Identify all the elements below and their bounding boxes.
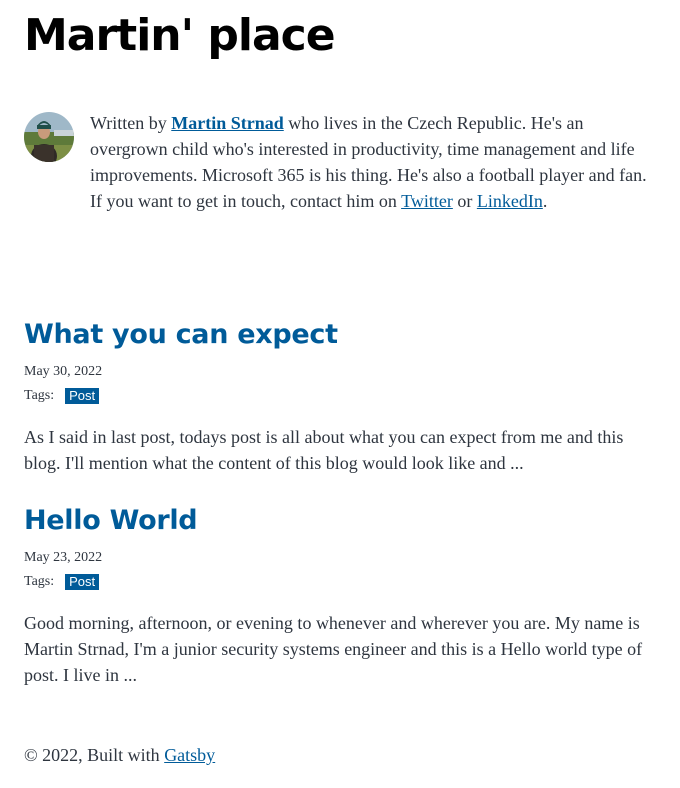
linkedin-link[interactable]: LinkedIn (477, 191, 543, 211)
footer: © 2022, Built with Gatsby (24, 742, 215, 768)
tags-label: Tags: (24, 574, 55, 589)
bio-or: or (452, 191, 477, 211)
bio-suffix: . (542, 191, 548, 211)
post-tags: Tags: Post (24, 572, 664, 592)
post-excerpt: Good morning, afternoon, or evening to w… (24, 613, 643, 685)
avatar (24, 112, 74, 162)
tag-badge[interactable]: Post (65, 388, 100, 404)
post-tags: Tags: Post (24, 386, 664, 406)
twitter-link[interactable]: Twitter (401, 191, 453, 211)
post-excerpt: As I said in last post, todays post is a… (24, 427, 624, 473)
bio-text: Written by Martin Strnad who lives in th… (90, 110, 650, 214)
author-link[interactable]: Martin Strnad (171, 113, 284, 133)
site-title[interactable]: Martin' place (24, 8, 336, 64)
tag-badge[interactable]: Post (65, 574, 100, 590)
post-date: May 23, 2022 (24, 550, 103, 565)
post-date: May 30, 2022 (24, 364, 103, 379)
post-item: What you can expect May 30, 2022 Tags: P… (24, 318, 664, 476)
bio-prefix: Written by (90, 113, 172, 133)
post-item: Hello World May 23, 2022 Tags: Post Good… (24, 504, 664, 688)
avatar-photo (24, 112, 74, 162)
gatsby-link[interactable]: Gatsby (164, 745, 215, 765)
tags-label: Tags: (24, 388, 55, 403)
post-title-link[interactable]: What you can expect (24, 318, 664, 352)
footer-copyright: © 2022, Built with (24, 745, 165, 765)
post-title-link[interactable]: Hello World (24, 504, 664, 538)
